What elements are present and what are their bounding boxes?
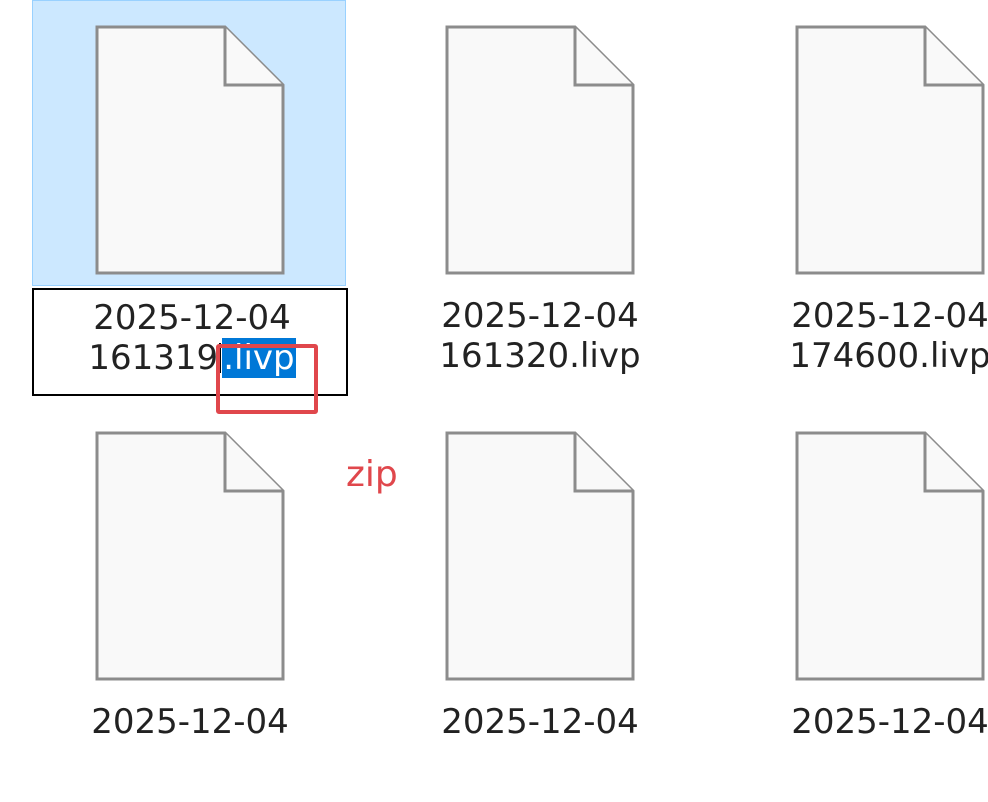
file-thumbnail[interactable] <box>382 406 696 692</box>
file-thumbnail[interactable] <box>732 0 988 286</box>
file-item[interactable]: 2025-12-04 <box>382 406 698 802</box>
file-item-161320[interactable]: 2025-12-04 161320.livp <box>382 0 698 396</box>
file-date-line: 2025-12-04 <box>93 298 291 338</box>
file-name-line: 161320.livp <box>439 336 641 376</box>
file-thumbnail[interactable] <box>32 0 346 286</box>
file-name-label[interactable]: 2025-12-04 161320.livp <box>382 296 698 376</box>
file-thumbnail[interactable] <box>382 0 696 286</box>
file-thumbnail[interactable] <box>732 406 988 692</box>
blank-document-icon <box>795 431 985 681</box>
text-caret <box>219 343 222 373</box>
file-name-base: 161319 <box>88 338 219 378</box>
file-name-label[interactable]: 2025-12-04 <box>732 702 988 742</box>
blank-document-icon <box>795 25 985 275</box>
file-item-161319[interactable]: 2025-12-04 161319 .livp <box>32 0 348 396</box>
file-grid: 2025-12-04 161319 .livp 2025-12-04 161320… <box>0 0 988 742</box>
blank-document-icon <box>95 431 285 681</box>
blank-document-icon <box>445 25 635 275</box>
file-item[interactable]: 2025-12-04 <box>732 406 988 802</box>
file-name-line: 161319 .livp <box>34 338 350 378</box>
file-date-line: 2025-12-04 <box>441 702 639 742</box>
file-thumbnail[interactable] <box>32 406 346 692</box>
selected-extension: .livp <box>222 338 296 378</box>
rename-input[interactable]: 2025-12-04 161319 .livp <box>32 288 348 396</box>
file-item[interactable]: 2025-12-04 <box>32 406 348 802</box>
file-date-line: 2025-12-04 <box>441 296 639 336</box>
file-name-label: 2025-12-04 161319 .livp <box>34 298 350 378</box>
blank-document-icon <box>445 431 635 681</box>
file-date-line: 2025-12-04 <box>791 702 988 742</box>
file-name-line: 174600.livp <box>789 336 988 376</box>
blank-document-icon <box>95 25 285 275</box>
file-item-174600[interactable]: 2025-12-04 174600.livp <box>732 0 988 396</box>
file-name-label[interactable]: 2025-12-04 <box>32 702 348 742</box>
file-date-line: 2025-12-04 <box>91 702 289 742</box>
annotation-zip-label: zip <box>346 454 398 495</box>
file-name-label[interactable]: 2025-12-04 <box>382 702 698 742</box>
file-date-line: 2025-12-04 <box>791 296 988 336</box>
file-name-label[interactable]: 2025-12-04 174600.livp <box>732 296 988 376</box>
